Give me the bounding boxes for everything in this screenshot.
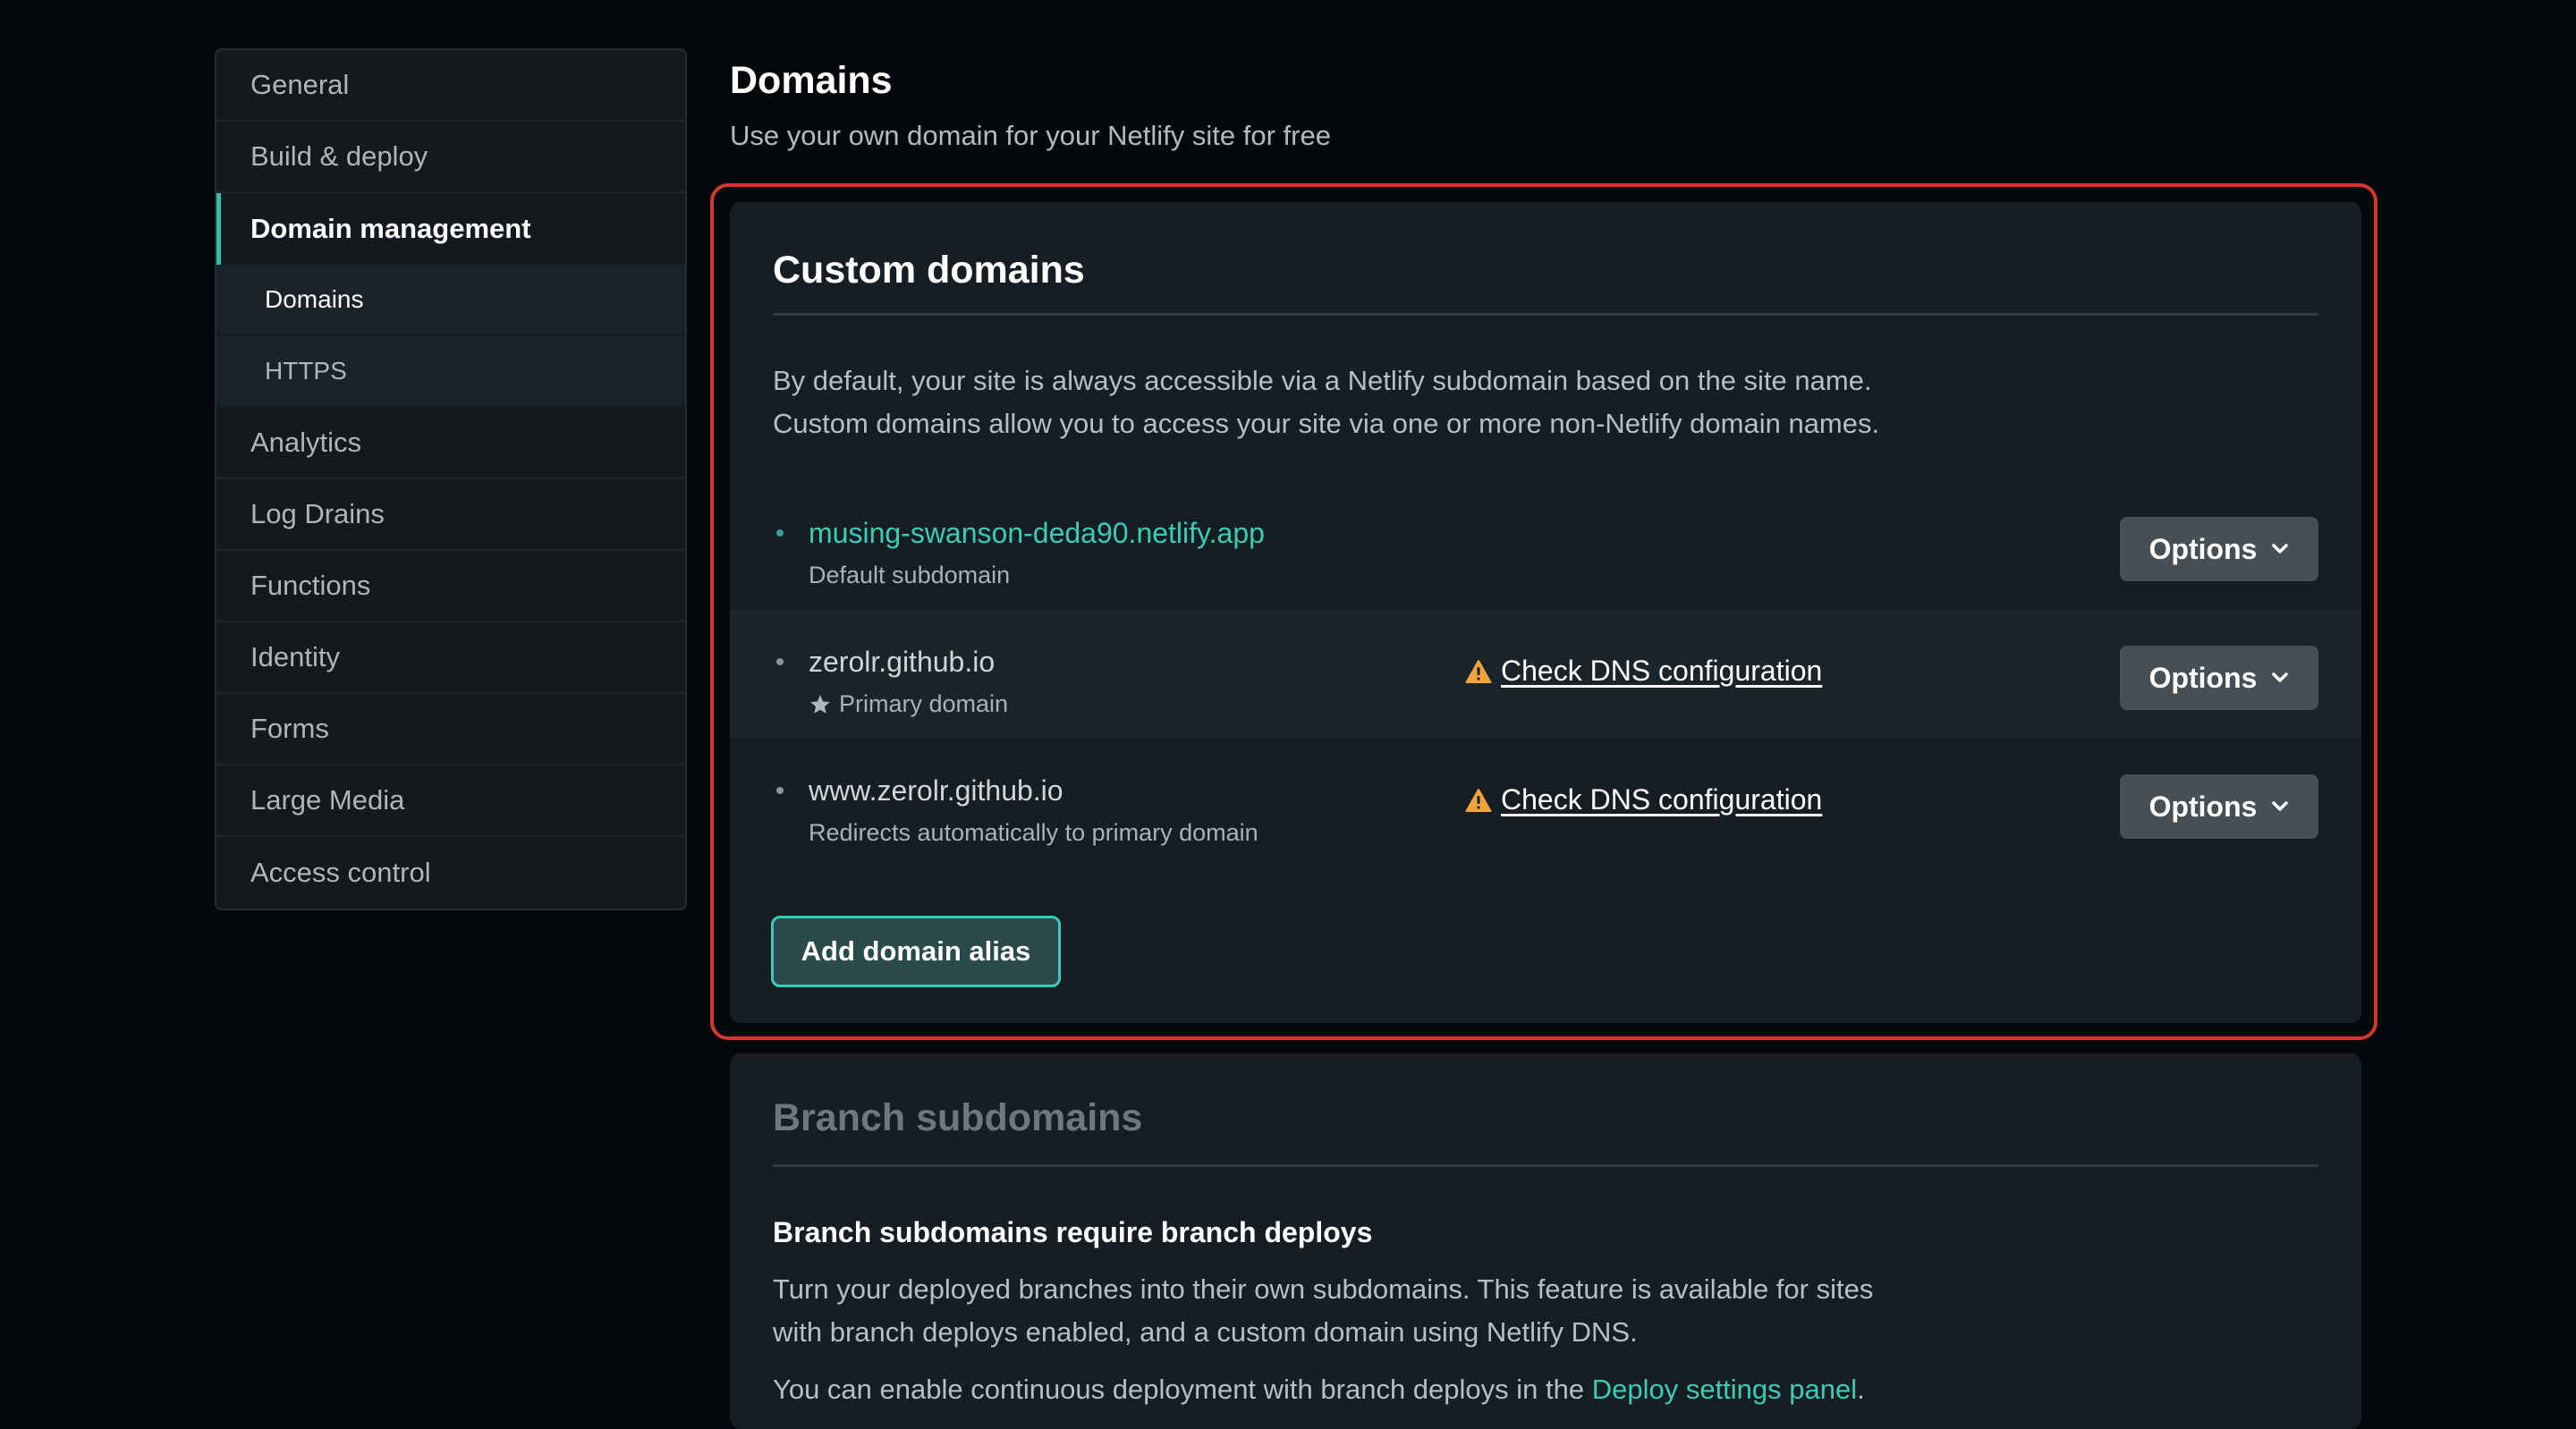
add-domain-alias-button[interactable]: Add domain alias <box>771 916 1061 987</box>
divider <box>773 313 2318 316</box>
divider <box>773 1164 2318 1167</box>
domain-subtitle: Primary domain <box>809 690 1008 718</box>
dns-check: Check DNS configuration <box>1465 655 1822 688</box>
bullet <box>776 529 784 537</box>
domain-row-default: musing-swanson-deda90.netlify.app Defaul… <box>730 481 2361 610</box>
note-suffix: . <box>1857 1374 1865 1405</box>
description-line: with branch deploys enabled, and a custo… <box>773 1316 1638 1348</box>
options-button[interactable]: Options <box>2120 517 2318 581</box>
domain-subtitle-text: Primary domain <box>839 690 1009 717</box>
bullet <box>776 787 784 794</box>
chevron-down-icon <box>2272 801 2289 811</box>
sidebar-subitem-domains[interactable]: Domains <box>216 265 685 336</box>
domain-name: zerolr.github.io <box>809 646 996 678</box>
page-title: Domains <box>730 59 893 102</box>
chevron-down-icon <box>2272 544 2289 554</box>
sidebar-subitem-https[interactable]: HTTPS <box>216 336 685 408</box>
description-line: Custom domains allow you to access your … <box>773 408 1880 439</box>
sidebar-item-large-media[interactable]: Large Media <box>216 765 685 837</box>
options-button[interactable]: Options <box>2120 646 2318 710</box>
check-dns-link[interactable]: Check DNS configuration <box>1501 655 1822 688</box>
chevron-down-icon <box>2272 672 2289 682</box>
sidebar-item-log-drains[interactable]: Log Drains <box>216 479 685 551</box>
dns-check: Check DNS configuration <box>1465 783 1822 816</box>
sidebar-item-analytics[interactable]: Analytics <box>216 408 685 479</box>
page-subtitle: Use your own domain for your Netlify sit… <box>730 120 1331 151</box>
warning-icon <box>1465 659 1492 683</box>
domain-row-primary: zerolr.github.io Primary domain Check DN… <box>730 610 2361 739</box>
sidebar-item-domain-management[interactable]: Domain management <box>216 193 685 265</box>
domain-subtitle: Redirects automatically to primary domai… <box>809 819 1258 847</box>
domain-row-www: www.zerolr.github.io Redirects automatic… <box>730 739 2361 867</box>
custom-domains-card: Custom domains By default, your site is … <box>730 202 2361 1023</box>
sidebar-item-build-deploy[interactable]: Build & deploy <box>216 122 685 193</box>
options-button[interactable]: Options <box>2120 774 2318 839</box>
options-label: Options <box>2148 790 2258 823</box>
settings-sidebar: General Build & deploy Domain management… <box>215 48 687 910</box>
sidebar-item-access-control[interactable]: Access control <box>216 837 685 909</box>
sidebar-item-general[interactable]: General <box>216 50 685 122</box>
note-text: You can enable continuous deployment wit… <box>773 1374 1592 1405</box>
check-dns-link[interactable]: Check DNS configuration <box>1501 783 1822 816</box>
branch-subdomains-title: Branch subdomains <box>773 1096 1143 1139</box>
sidebar-item-identity[interactable]: Identity <box>216 622 685 694</box>
bullet <box>776 658 784 665</box>
description-line: Turn your deployed branches into their o… <box>773 1273 1874 1305</box>
branch-subdomains-description: Turn your deployed branches into their o… <box>773 1268 1873 1354</box>
branch-subdomains-card: Branch subdomains Branch subdomains requ… <box>730 1053 2361 1429</box>
branch-subdomains-note: You can enable continuous deployment wit… <box>773 1368 1865 1411</box>
custom-domains-title: Custom domains <box>773 249 1085 292</box>
sidebar-item-functions[interactable]: Functions <box>216 551 685 622</box>
domain-name: www.zerolr.github.io <box>809 774 1063 807</box>
domain-name-link[interactable]: musing-swanson-deda90.netlify.app <box>809 517 1265 550</box>
domain-subtitle-text: Redirects automatically to primary domai… <box>809 819 1258 846</box>
description-line: By default, your site is always accessib… <box>773 365 1872 396</box>
domain-subtitle-text: Default subdomain <box>809 562 1011 588</box>
star-icon <box>810 694 830 714</box>
domain-subtitle: Default subdomain <box>809 562 1010 589</box>
options-label: Options <box>2148 532 2258 565</box>
warning-icon <box>1465 788 1492 812</box>
custom-domains-description: By default, your site is always accessib… <box>773 359 1879 445</box>
options-label: Options <box>2148 661 2258 694</box>
sidebar-item-forms[interactable]: Forms <box>216 694 685 765</box>
deploy-settings-link[interactable]: Deploy settings panel <box>1592 1374 1857 1405</box>
branch-subdomains-heading: Branch subdomains require branch deploys <box>773 1216 1373 1248</box>
